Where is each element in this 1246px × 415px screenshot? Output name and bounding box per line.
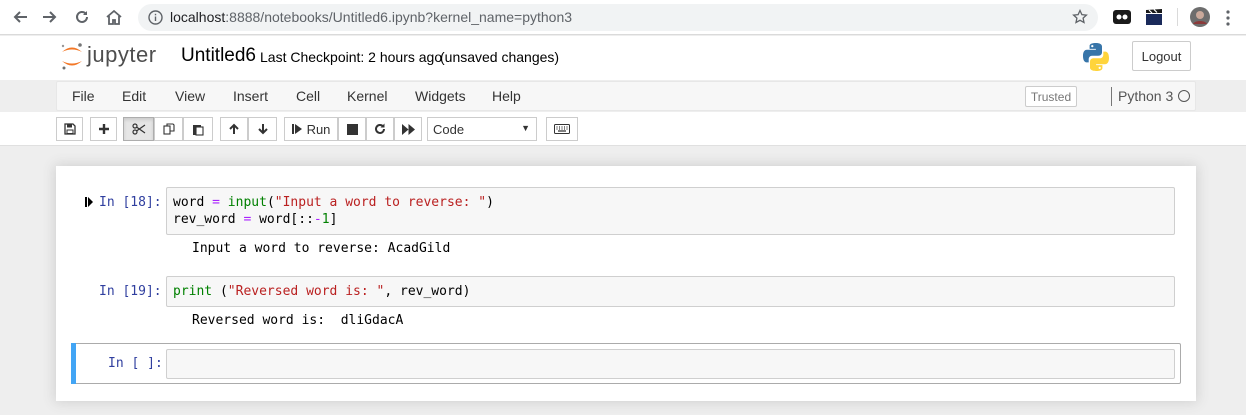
step-forward-icon xyxy=(291,124,302,134)
copy-button[interactable] xyxy=(154,117,183,141)
python-logo-icon xyxy=(1083,43,1109,71)
arrow-left-icon xyxy=(13,11,27,23)
caret-down-icon: ▼ xyxy=(521,123,530,133)
kernel-idle-icon xyxy=(1178,90,1190,102)
cell-selection-bar xyxy=(71,343,76,384)
save-button[interactable] xyxy=(56,117,83,141)
code-line: print ("Reversed word is: ", rev_word) xyxy=(173,284,471,299)
code-line: rev_word = word[::-1] xyxy=(173,212,338,227)
jupyter-header: jupyter Untitled6 Last Checkpoint: 2 hou… xyxy=(0,36,1246,80)
cell-type-value: Code xyxy=(433,122,465,137)
checkpoint-status: Last Checkpoint: 2 hours ago xyxy=(260,49,443,65)
floppy-icon xyxy=(63,123,76,135)
clapperboard-icon[interactable] xyxy=(1144,7,1164,27)
back-button[interactable] xyxy=(8,6,32,28)
cell-output: Input a word to reverse: AcadGild xyxy=(192,241,451,256)
logout-button[interactable]: Logout xyxy=(1132,41,1191,71)
trusted-indicator[interactable]: Trusted xyxy=(1025,86,1077,107)
code-editor[interactable]: word = input("Input a word to reverse: "… xyxy=(166,187,1175,235)
cut-button[interactable] xyxy=(123,117,154,141)
scissors-icon xyxy=(131,123,145,135)
arrow-down-icon xyxy=(257,124,268,135)
more-vert-icon[interactable] xyxy=(1226,10,1230,26)
avatar[interactable] xyxy=(1190,7,1210,27)
insert-cell-button[interactable] xyxy=(90,117,117,141)
url-text: localhost:8888/notebooks/Untitled6.ipynb… xyxy=(170,9,572,25)
menu-view[interactable]: View xyxy=(175,88,205,104)
reload-button[interactable] xyxy=(70,6,94,28)
jupyter-logo-text[interactable]: jupyter xyxy=(87,42,157,68)
notebook-toolbar: Run Code ▼ xyxy=(0,112,1246,146)
toolbar-divider xyxy=(1177,8,1178,26)
restart-run-all-button[interactable] xyxy=(394,117,422,141)
cell-type-select[interactable]: Code ▼ xyxy=(427,117,537,141)
menu-file[interactable]: File xyxy=(72,88,95,104)
stop-icon xyxy=(346,123,358,135)
step-forward-icon xyxy=(85,197,93,207)
restart-button[interactable] xyxy=(366,117,394,141)
arrow-right-icon xyxy=(43,11,57,23)
reload-icon xyxy=(76,10,88,23)
home-button[interactable] xyxy=(102,6,126,28)
menu-edit[interactable]: Edit xyxy=(122,88,146,104)
address-bar[interactable]: localhost:8888/notebooks/Untitled6.ipynb… xyxy=(138,4,1098,31)
forward-button[interactable] xyxy=(38,6,62,28)
kernel-divider xyxy=(1111,87,1112,106)
home-icon xyxy=(106,9,122,25)
notebook-container: In [18]: word = input("Input a word to r… xyxy=(56,166,1196,401)
move-down-button[interactable] xyxy=(248,117,277,141)
input-prompt: In [ ]: xyxy=(108,356,163,371)
code-line: word = input("Input a word to reverse: "… xyxy=(173,195,494,210)
jupyter-logo-icon[interactable] xyxy=(60,41,84,71)
url-host: localhost xyxy=(170,9,226,25)
code-editor[interactable]: print ("Reversed word is: ", rev_word) xyxy=(166,276,1175,307)
cell-output: Reversed word is: dliGdacA xyxy=(192,313,404,328)
url-path: :8888/notebooks/Untitled6.ipynb?kernel_n… xyxy=(225,9,573,25)
fast-forward-icon xyxy=(401,123,415,135)
arrow-up-icon xyxy=(229,123,239,134)
run-label: Run xyxy=(306,121,331,137)
extension-icon[interactable] xyxy=(1112,7,1132,27)
menu-cell[interactable]: Cell xyxy=(296,88,320,104)
menu-insert[interactable]: Insert xyxy=(233,88,268,104)
menu-widgets[interactable]: Widgets xyxy=(415,88,466,104)
input-prompt: In [19]: xyxy=(99,284,162,299)
menu-help[interactable]: Help xyxy=(492,88,521,104)
keyboard-icon xyxy=(554,124,570,134)
paste-icon xyxy=(193,124,204,136)
run-button[interactable]: Run xyxy=(284,117,338,141)
code-editor[interactable] xyxy=(166,349,1175,379)
kernel-name: Python 3 xyxy=(1118,88,1174,104)
refresh-icon xyxy=(375,123,385,134)
command-palette-button[interactable] xyxy=(546,117,578,141)
info-icon xyxy=(148,10,163,25)
autosave-status: (unsaved changes) xyxy=(440,49,560,65)
input-prompt: In [18]: xyxy=(99,195,162,210)
browser-toolbar: localhost:8888/notebooks/Untitled6.ipynb… xyxy=(0,0,1246,35)
copy-icon xyxy=(162,123,175,135)
star-icon[interactable] xyxy=(1072,9,1088,25)
selected-code-cell[interactable]: In [ ]: xyxy=(71,343,1181,384)
plus-icon xyxy=(98,124,109,134)
paste-button[interactable] xyxy=(183,117,213,141)
menu-kernel[interactable]: Kernel xyxy=(347,88,387,104)
notebook-name[interactable]: Untitled6 xyxy=(181,45,256,67)
interrupt-button[interactable] xyxy=(338,117,366,141)
menubar: File Edit View Insert Cell Kernel Widget… xyxy=(56,81,1196,111)
move-up-button[interactable] xyxy=(220,117,248,141)
